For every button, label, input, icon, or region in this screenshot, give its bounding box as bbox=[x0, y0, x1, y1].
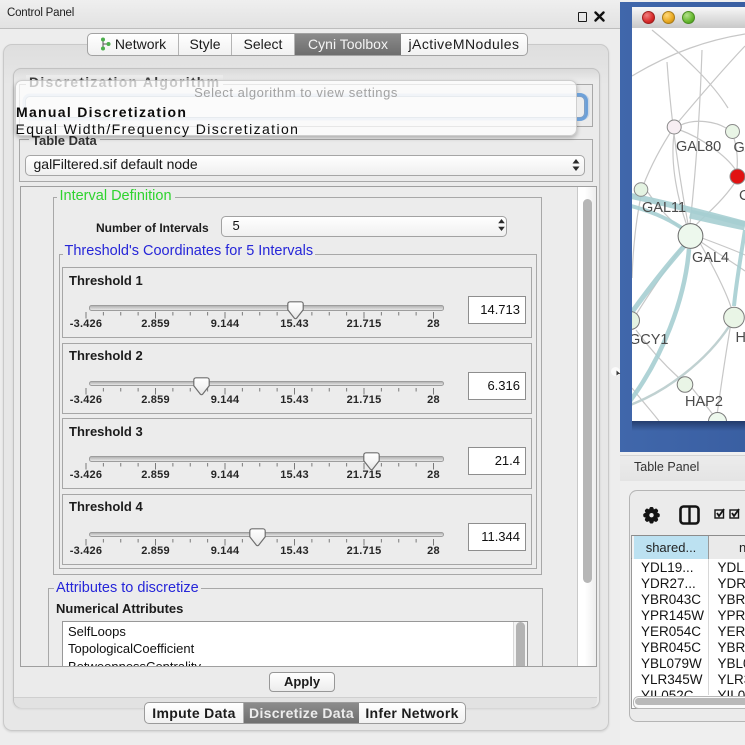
svg-text:GCY1: GCY1 bbox=[632, 332, 669, 348]
svg-text:H: H bbox=[736, 330, 745, 346]
svg-text:HAP2: HAP2 bbox=[685, 394, 723, 410]
svg-text:GAL80: GAL80 bbox=[676, 139, 721, 155]
svg-text:GA: GA bbox=[734, 140, 745, 156]
svg-text:C: C bbox=[739, 188, 745, 204]
svg-text:GAL4: GAL4 bbox=[692, 250, 729, 266]
svg-text:GAL11: GAL11 bbox=[642, 200, 686, 216]
